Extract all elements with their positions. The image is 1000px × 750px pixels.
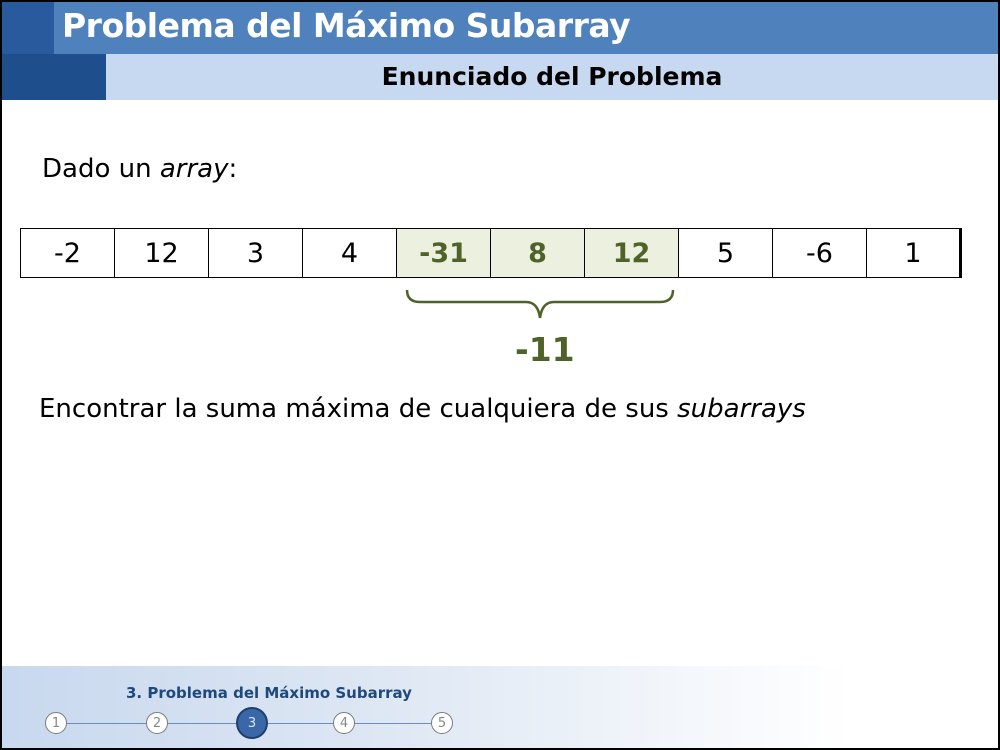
slide: Problema del Máximo Subarray Enunciado d… xyxy=(0,0,1000,750)
progress-step-1[interactable]: 1 xyxy=(45,712,67,734)
title-accent-block xyxy=(2,54,106,100)
array-cell: -6 xyxy=(773,229,867,277)
footer-bar xyxy=(2,666,998,748)
given-prefix: Dado un xyxy=(42,154,160,184)
progress-step-3[interactable]: 3 xyxy=(236,707,268,739)
problem-statement: Encontrar la suma máxima de cualquiera d… xyxy=(39,394,806,424)
array-cell: -31 xyxy=(397,229,491,277)
slide-title: Problema del Máximo Subarray xyxy=(62,6,631,45)
given-italic: array xyxy=(159,154,229,184)
progress-step-5[interactable]: 5 xyxy=(431,712,453,734)
array-cell: 8 xyxy=(491,229,585,277)
subarray-sum: -11 xyxy=(515,330,575,369)
statement-prefix: Encontrar la suma máxima de cualquiera d… xyxy=(39,394,678,424)
subarray-brace xyxy=(405,289,675,319)
given-text: Dado un array: xyxy=(42,154,237,184)
title-accent xyxy=(2,2,54,54)
statement-italic: subarrays xyxy=(677,394,806,424)
array-cell: 3 xyxy=(209,229,303,277)
footer-section-label: 3. Problema del Máximo Subarray xyxy=(126,684,412,702)
array-cell: -2 xyxy=(21,229,115,277)
array-cell: 4 xyxy=(303,229,397,277)
array-cell: 12 xyxy=(585,229,679,277)
array-cell: 5 xyxy=(679,229,773,277)
array-cell: 12 xyxy=(115,229,209,277)
array-cell: 1 xyxy=(867,229,961,277)
progress-step-2[interactable]: 2 xyxy=(146,712,168,734)
slide-subtitle: Enunciado del Problema xyxy=(381,62,723,91)
given-suffix: : xyxy=(228,154,238,184)
array-display: -2 12 3 4 -31 8 12 5 -6 1 xyxy=(20,228,962,278)
progress-step-4[interactable]: 4 xyxy=(333,712,355,734)
